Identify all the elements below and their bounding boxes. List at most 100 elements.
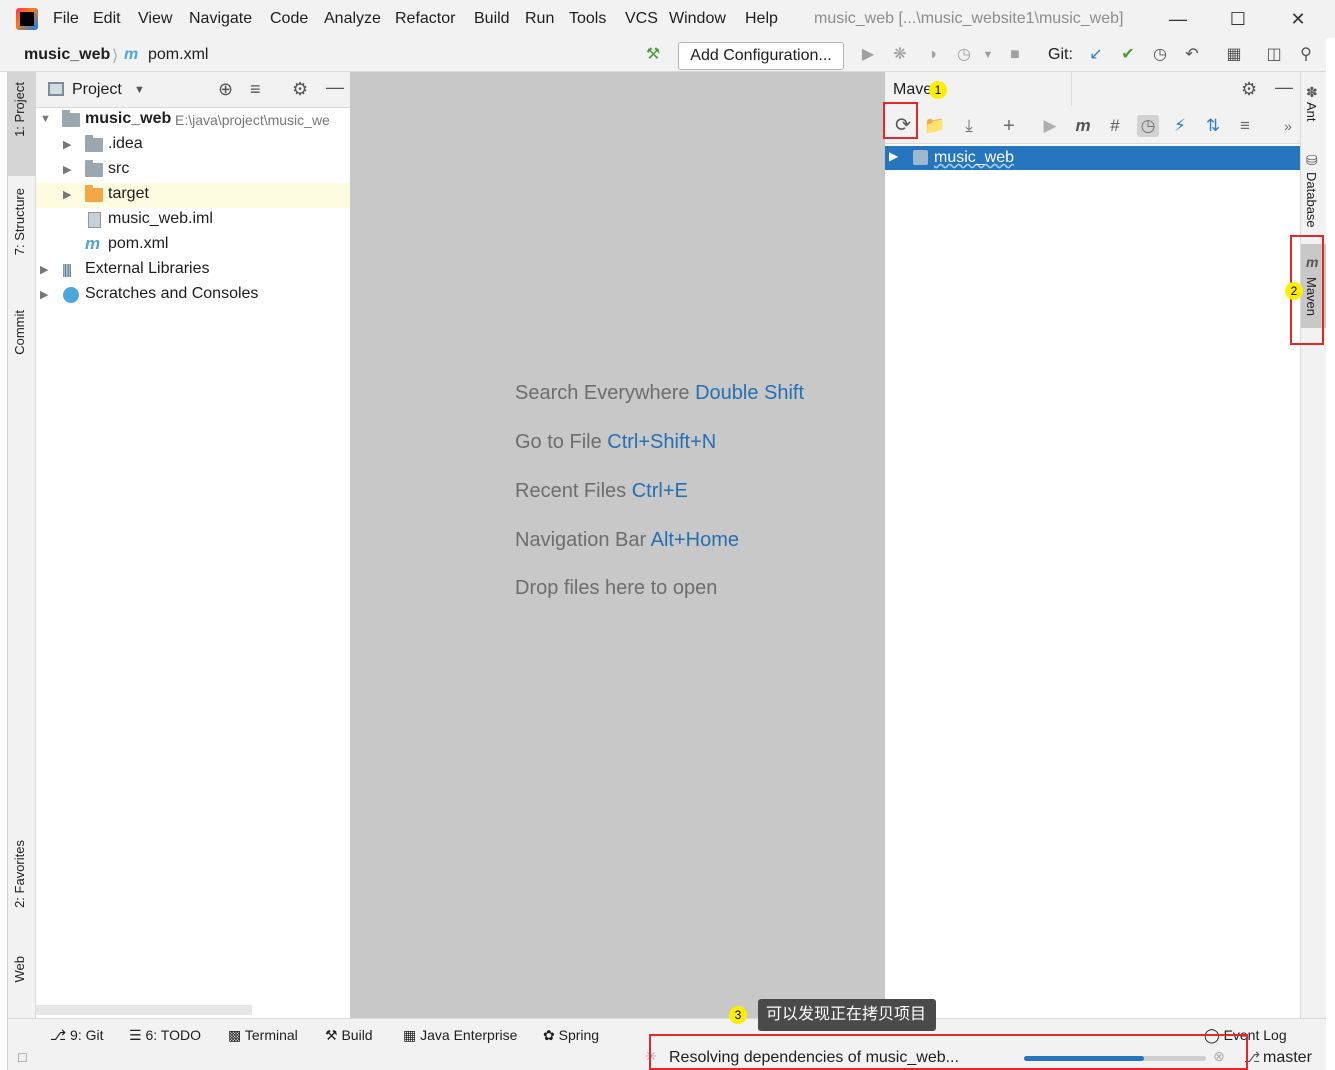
tab-build[interactable]: ⚒ Build bbox=[325, 1027, 373, 1044]
project-structure-icon[interactable]: ▦ bbox=[1224, 45, 1244, 65]
menu-view[interactable]: View bbox=[138, 10, 172, 28]
tree-root-row[interactable]: ▼ music_web E:\java\project\music_we bbox=[36, 108, 350, 133]
search-icon[interactable]: ⚲ bbox=[1296, 45, 1316, 65]
gear-icon[interactable]: ⚙ bbox=[292, 79, 308, 100]
tab-structure[interactable]: 7: Structure bbox=[12, 188, 27, 255]
minimize-icon[interactable]: — bbox=[1158, 6, 1198, 32]
download-icon[interactable]: ⤓ bbox=[958, 115, 980, 137]
collapsed-arrow-icon[interactable]: ▶ bbox=[40, 288, 48, 301]
debug-icon[interactable]: ❋ bbox=[890, 45, 910, 65]
tree-item-external-libraries[interactable]: ▶ ||||| External Libraries bbox=[36, 258, 350, 283]
tab-java-enterprise[interactable]: ▦ Java Enterprise bbox=[403, 1027, 517, 1044]
menu-navigate[interactable]: Navigate bbox=[189, 10, 252, 28]
tab-commit[interactable]: Commit bbox=[12, 310, 27, 355]
toggle-tool-windows-icon[interactable]: □ bbox=[18, 1049, 26, 1065]
chevron-down-icon[interactable]: ▼ bbox=[134, 84, 145, 96]
tree-item-label: target bbox=[108, 185, 149, 202]
git-commit-icon[interactable]: ✔ bbox=[1118, 45, 1138, 65]
maven-panel-header: Mave ⚙ — bbox=[885, 72, 1301, 106]
menu-code[interactable]: Code bbox=[270, 10, 308, 28]
menu-analyze[interactable]: Analyze bbox=[324, 10, 381, 28]
breadcrumb-project[interactable]: music_web bbox=[24, 46, 110, 64]
menu-help[interactable]: Help bbox=[745, 10, 778, 28]
tree-item-label: Scratches and Consoles bbox=[85, 285, 259, 302]
collapsed-arrow-icon[interactable]: ▶ bbox=[63, 163, 71, 176]
maximize-icon[interactable]: ☐ bbox=[1218, 6, 1258, 32]
tree-item-iml[interactable]: music_web.iml bbox=[36, 208, 350, 233]
add-icon[interactable]: + bbox=[998, 115, 1020, 137]
maven-file-icon: m bbox=[85, 234, 101, 253]
project-view-selector[interactable]: Project bbox=[72, 81, 122, 99]
execute-goal-icon[interactable]: m bbox=[1072, 115, 1094, 137]
coverage-icon[interactable]: ◑ bbox=[922, 45, 942, 65]
tab-favorites[interactable]: 2: Favorites bbox=[12, 840, 27, 908]
editor-empty-area: Search Everywhere Double Shift Go to Fil… bbox=[350, 72, 884, 1018]
tree-item-label: src bbox=[108, 160, 130, 177]
maven-project-row[interactable]: ▶ music_web bbox=[885, 146, 1301, 170]
git-label: Git: bbox=[1048, 46, 1073, 63]
menu-tools[interactable]: Tools bbox=[569, 10, 606, 28]
maven-toolbar: ⟳ 📁 ⤓ + ▶ m # ◷ ⚡ ⇅ ≡ » bbox=[885, 106, 1301, 144]
tree-item-src[interactable]: ▶ src bbox=[36, 158, 350, 183]
menu-build[interactable]: Build bbox=[474, 10, 510, 28]
presentation-icon[interactable]: ◫ bbox=[1264, 45, 1284, 65]
git-history-icon[interactable]: ◷ bbox=[1150, 45, 1170, 65]
tree-item-scratches[interactable]: ▶ Scratches and Consoles bbox=[36, 283, 350, 308]
generate-sources-icon[interactable]: 📁 bbox=[924, 115, 946, 137]
tab-spring[interactable]: ✿ Spring bbox=[543, 1027, 599, 1044]
chevron-down-icon[interactable]: ▼ bbox=[978, 45, 998, 65]
highlight-status-progress bbox=[649, 1034, 1248, 1070]
git-rollback-icon[interactable]: ↶ bbox=[1182, 45, 1202, 65]
profile-icon[interactable]: ◷ bbox=[954, 45, 974, 65]
build-hammer-icon[interactable]: ⚒ bbox=[643, 45, 663, 65]
collapse-all-icon[interactable]: ≡ bbox=[1234, 115, 1256, 137]
collapsed-arrow-icon[interactable]: ▶ bbox=[63, 188, 71, 201]
collapsed-arrow-icon[interactable]: ▶ bbox=[63, 138, 71, 151]
stop-icon[interactable]: ■ bbox=[1005, 45, 1025, 65]
tree-item-idea[interactable]: ▶ .idea bbox=[36, 133, 350, 158]
tab-todo[interactable]: ☰ 6: TODO bbox=[129, 1027, 201, 1044]
iml-file-icon bbox=[88, 212, 101, 228]
gear-icon[interactable]: ⚙ bbox=[1241, 79, 1257, 100]
tree-item-target[interactable]: ▶ target bbox=[36, 183, 350, 208]
expanded-arrow-icon[interactable]: ▼ bbox=[40, 113, 51, 125]
toggle-offline-icon[interactable]: # bbox=[1104, 115, 1126, 137]
tree-item-label: External Libraries bbox=[85, 260, 210, 277]
hide-panel-icon[interactable]: — bbox=[326, 77, 344, 98]
collapsed-arrow-icon[interactable]: ▶ bbox=[40, 263, 48, 276]
menu-file[interactable]: File bbox=[53, 10, 79, 28]
left-tool-strip: 1: Project 7: Structure Commit 2: Favori… bbox=[8, 72, 36, 1018]
hide-panel-icon[interactable]: — bbox=[1275, 77, 1293, 98]
add-configuration-button[interactable]: Add Configuration... bbox=[678, 42, 844, 70]
locate-file-icon[interactable]: ⊕ bbox=[218, 79, 233, 100]
maven-file-icon: m bbox=[124, 46, 139, 63]
more-icon[interactable]: » bbox=[1277, 115, 1299, 137]
show-dependencies-icon[interactable]: ⚡ bbox=[1169, 115, 1191, 137]
tab-web[interactable]: Web bbox=[12, 956, 27, 983]
maven-panel: Mave ⚙ — ⟳ 📁 ⤓ + ▶ m # ◷ ⚡ ⇅ ≡ » ▶ music… bbox=[884, 72, 1301, 1018]
tree-item-pom[interactable]: m pom.xml bbox=[36, 233, 350, 258]
menu-window[interactable]: Window bbox=[669, 10, 726, 28]
git-branch-label[interactable]: master bbox=[1263, 1049, 1312, 1067]
tab-terminal[interactable]: ▩ Terminal bbox=[228, 1027, 298, 1044]
tab-database[interactable]: Database bbox=[1304, 172, 1319, 228]
skip-tests-icon[interactable]: ◷ bbox=[1137, 115, 1159, 137]
close-icon[interactable]: ✕ bbox=[1278, 6, 1318, 32]
run-icon[interactable]: ▶ bbox=[1039, 115, 1061, 137]
expand-all-icon[interactable]: ⇅ bbox=[1202, 115, 1224, 137]
menu-refactor[interactable]: Refactor bbox=[395, 10, 455, 28]
run-icon[interactable]: ▶ bbox=[858, 45, 878, 65]
horizontal-scrollbar[interactable] bbox=[36, 1005, 252, 1015]
maven-panel-title: Mave bbox=[893, 81, 933, 98]
menu-run[interactable]: Run bbox=[525, 10, 554, 28]
tab-ant[interactable]: Ant bbox=[1304, 102, 1319, 122]
highlight-reload-button bbox=[883, 102, 918, 139]
collapse-all-icon[interactable]: ≡ bbox=[250, 79, 261, 100]
menu-vcs[interactable]: VCS bbox=[625, 10, 658, 28]
git-update-icon[interactable]: ↙ bbox=[1086, 45, 1106, 65]
tab-git[interactable]: ⎇ 9: Git bbox=[50, 1027, 104, 1044]
tab-project[interactable]: 1: Project bbox=[12, 82, 27, 137]
menu-edit[interactable]: Edit bbox=[93, 10, 121, 28]
collapsed-arrow-icon[interactable]: ▶ bbox=[889, 149, 898, 163]
breadcrumb-file[interactable]: pom.xml bbox=[148, 46, 208, 64]
